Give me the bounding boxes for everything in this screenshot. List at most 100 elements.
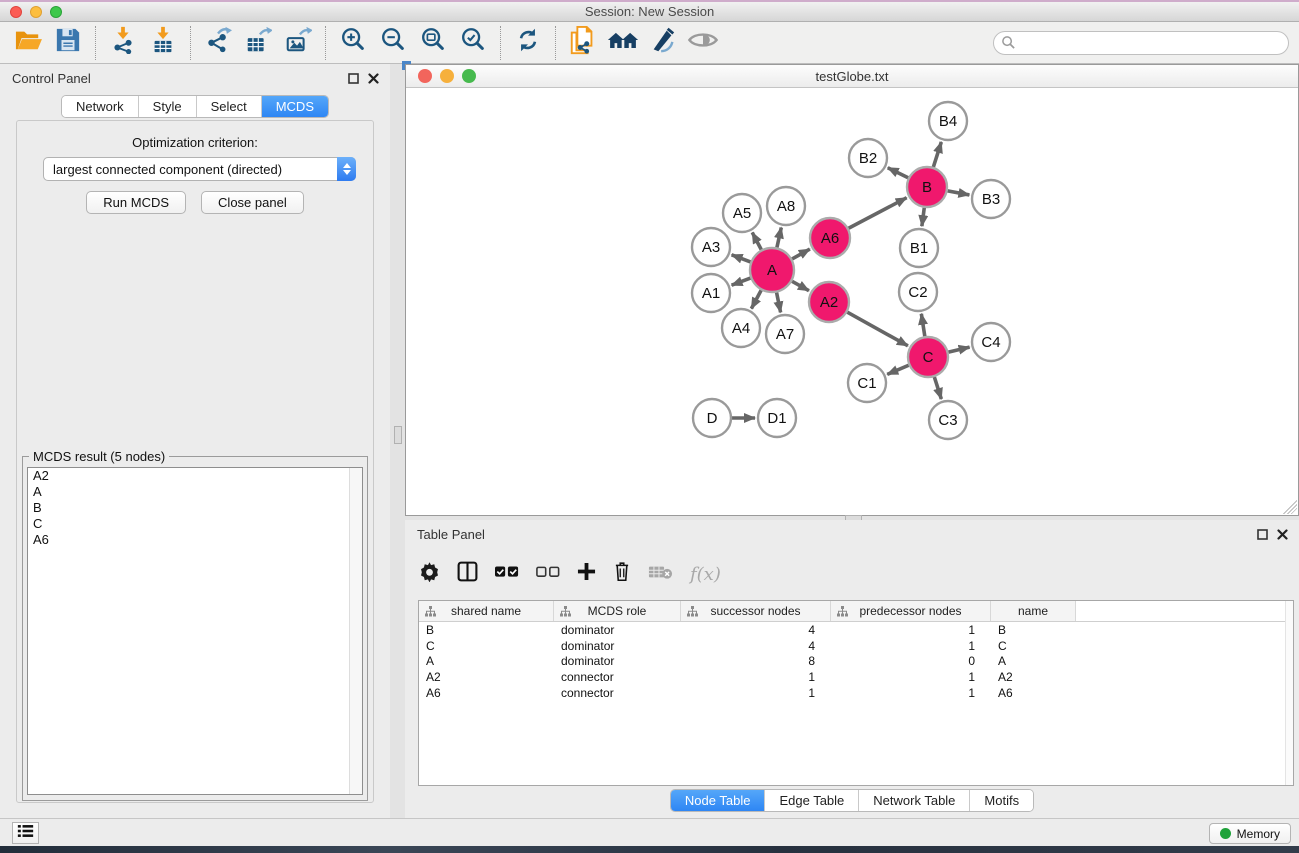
tab-mcds[interactable]: MCDS bbox=[262, 96, 328, 117]
graph-edge-A-A5[interactable] bbox=[752, 232, 761, 249]
graph-edge-B-B1[interactable] bbox=[922, 208, 924, 226]
graph-edge-A-A8[interactable] bbox=[777, 227, 781, 247]
table-row[interactable]: A2connector11A2 bbox=[419, 669, 1293, 685]
graph-node-C1[interactable]: C1 bbox=[848, 364, 886, 402]
column-header-shared-name[interactable]: shared name bbox=[419, 601, 554, 621]
table-cell-name[interactable]: B bbox=[991, 623, 1076, 637]
tab-network-table[interactable]: Network Table bbox=[859, 790, 970, 811]
memory-button[interactable]: Memory bbox=[1209, 823, 1291, 844]
table-cell-mcds-role[interactable]: connector bbox=[554, 670, 681, 684]
graph-node-C4[interactable]: C4 bbox=[972, 323, 1010, 361]
open-session-button[interactable] bbox=[8, 25, 48, 61]
select-all-button[interactable] bbox=[495, 565, 519, 583]
graph-node-A4[interactable]: A4 bbox=[722, 309, 760, 347]
vertical-split-handle[interactable] bbox=[394, 426, 402, 444]
graph-edge-A-A2[interactable] bbox=[792, 281, 809, 290]
import-network-button[interactable] bbox=[103, 25, 143, 61]
graph-node-A2[interactable]: A2 bbox=[809, 282, 849, 322]
table-cell-shared-name[interactable]: B bbox=[419, 623, 554, 637]
graph-node-C[interactable]: C bbox=[908, 337, 948, 377]
graph-node-B[interactable]: B bbox=[907, 167, 947, 207]
graph-edge-C-C2[interactable] bbox=[921, 314, 924, 337]
task-history-button[interactable] bbox=[12, 822, 39, 844]
table-cell-predecessor-nodes[interactable]: 0 bbox=[831, 654, 991, 668]
tab-network[interactable]: Network bbox=[62, 96, 139, 117]
app-titlebar[interactable]: Session: New Session bbox=[0, 0, 1299, 22]
deselect-all-button[interactable] bbox=[536, 565, 560, 583]
search-input[interactable] bbox=[993, 31, 1289, 55]
close-panel-icon[interactable] bbox=[1275, 527, 1289, 541]
table-cell-name[interactable]: A bbox=[991, 654, 1076, 668]
hide-show-button[interactable] bbox=[683, 25, 723, 61]
close-panel-button[interactable]: Close panel bbox=[201, 191, 304, 214]
table-cell-successor-nodes[interactable]: 8 bbox=[681, 654, 831, 668]
graph-edge-B-B3[interactable] bbox=[948, 191, 970, 195]
column-selector-button[interactable] bbox=[457, 561, 478, 587]
graph-edge-B-B4[interactable] bbox=[933, 142, 941, 167]
zoom-fit-button[interactable] bbox=[413, 25, 453, 61]
network-window-titlebar[interactable]: testGlobe.txt bbox=[406, 65, 1298, 88]
table-cell-predecessor-nodes[interactable]: 1 bbox=[831, 670, 991, 684]
table-cell-shared-name[interactable]: A2 bbox=[419, 670, 554, 684]
graph-edge-A2-C[interactable] bbox=[847, 312, 908, 346]
graph-edge-A-A1[interactable] bbox=[732, 278, 751, 285]
graph-node-A3[interactable]: A3 bbox=[692, 228, 730, 266]
table-cell-mcds-role[interactable]: dominator bbox=[554, 639, 681, 653]
graph-edge-A-A7[interactable] bbox=[777, 293, 781, 313]
column-header-name[interactable]: name bbox=[991, 601, 1076, 621]
table-cell-shared-name[interactable]: C bbox=[419, 639, 554, 653]
graph-node-A7[interactable]: A7 bbox=[766, 315, 804, 353]
graph-node-C2[interactable]: C2 bbox=[899, 273, 937, 311]
resize-grip[interactable] bbox=[1283, 500, 1297, 514]
new-network-from-selection-button[interactable] bbox=[563, 25, 603, 61]
graph-edge-A-A6[interactable] bbox=[792, 249, 810, 259]
graph-node-A5[interactable]: A5 bbox=[723, 194, 761, 232]
table-row[interactable]: Bdominator41B bbox=[419, 622, 1293, 638]
table-cell-successor-nodes[interactable]: 4 bbox=[681, 639, 831, 653]
table-cell-predecessor-nodes[interactable]: 1 bbox=[831, 623, 991, 637]
apply-layout-button[interactable] bbox=[508, 25, 548, 61]
zoom-selected-button[interactable] bbox=[453, 25, 493, 61]
graph-node-A8[interactable]: A8 bbox=[767, 187, 805, 225]
graph-edge-C-C3[interactable] bbox=[934, 377, 941, 399]
table-cell-predecessor-nodes[interactable]: 1 bbox=[831, 686, 991, 700]
tab-style[interactable]: Style bbox=[139, 96, 197, 117]
graph-node-B3[interactable]: B3 bbox=[972, 180, 1010, 218]
criterion-dropdown[interactable]: largest connected component (directed) bbox=[43, 157, 356, 181]
zoom-out-button[interactable] bbox=[373, 25, 413, 61]
table-cell-successor-nodes[interactable]: 1 bbox=[681, 686, 831, 700]
graph-edge-C-C4[interactable] bbox=[948, 347, 969, 352]
graph-node-A1[interactable]: A1 bbox=[692, 274, 730, 312]
tab-select[interactable]: Select bbox=[197, 96, 262, 117]
table-cell-shared-name[interactable]: A6 bbox=[419, 686, 554, 700]
delete-table-button[interactable] bbox=[648, 564, 673, 585]
delete-row-button[interactable] bbox=[613, 561, 631, 587]
function-builder-button[interactable]: f(x) bbox=[690, 564, 721, 585]
table-cell-predecessor-nodes[interactable]: 1 bbox=[831, 639, 991, 653]
tab-node-table[interactable]: Node Table bbox=[671, 790, 766, 811]
export-image-button[interactable] bbox=[278, 25, 318, 61]
table-row[interactable]: Cdominator41C bbox=[419, 638, 1293, 654]
graph-node-A6[interactable]: A6 bbox=[810, 218, 850, 258]
graph-node-B2[interactable]: B2 bbox=[849, 139, 887, 177]
table-cell-name[interactable]: C bbox=[991, 639, 1076, 653]
table-cell-shared-name[interactable]: A bbox=[419, 654, 554, 668]
node-table[interactable]: shared nameMCDS rolesuccessor nodesprede… bbox=[418, 600, 1294, 786]
column-header-mcds-role[interactable]: MCDS role bbox=[554, 601, 681, 621]
column-header-predecessor-nodes[interactable]: predecessor nodes bbox=[831, 601, 991, 621]
graph-node-B4[interactable]: B4 bbox=[929, 102, 967, 140]
add-row-button[interactable] bbox=[577, 562, 596, 586]
tab-motifs[interactable]: Motifs bbox=[970, 790, 1033, 811]
network-graph[interactable]: B4B2BB3A8A5A6A3B1AA1C2A2A4A7C4CC1C3DD1 bbox=[406, 88, 1298, 515]
graph-edge-C-C1[interactable] bbox=[887, 365, 908, 374]
float-panel-icon[interactable] bbox=[346, 71, 360, 85]
cybrowser-home-button[interactable] bbox=[603, 25, 643, 61]
run-mcds-button[interactable]: Run MCDS bbox=[86, 191, 186, 214]
table-cell-mcds-role[interactable]: connector bbox=[554, 686, 681, 700]
table-row[interactable]: Adominator80A bbox=[419, 653, 1293, 669]
export-table-button[interactable] bbox=[238, 25, 278, 61]
list-scrollbar[interactable] bbox=[349, 468, 362, 794]
graph-node-D1[interactable]: D1 bbox=[758, 399, 796, 437]
graph-node-C3[interactable]: C3 bbox=[929, 401, 967, 439]
table-cell-successor-nodes[interactable]: 1 bbox=[681, 670, 831, 684]
